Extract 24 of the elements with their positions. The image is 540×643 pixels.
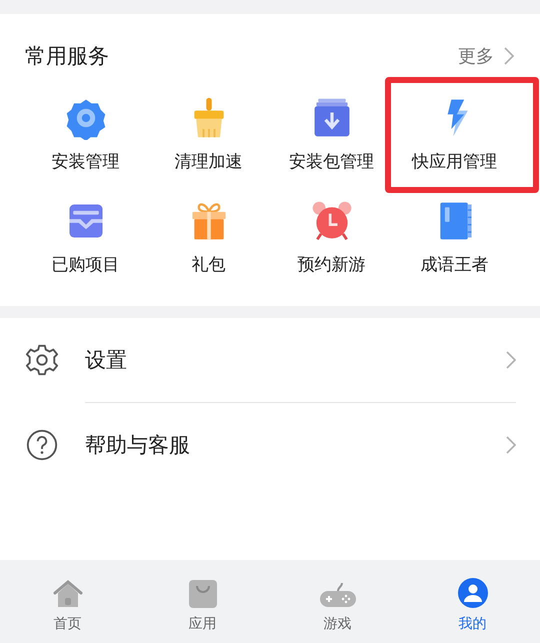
- help-icon: [25, 428, 59, 462]
- section-title: 常用服务: [25, 43, 109, 70]
- menu-item[interactable]: 帮助与客服: [85, 402, 516, 487]
- chevron-right-icon: [506, 351, 516, 369]
- tab[interactable]: 首页: [0, 560, 135, 643]
- service-item[interactable]: 预约新游: [298, 187, 366, 284]
- tab[interactable]: 游戏: [270, 560, 405, 643]
- service-item[interactable]: 快应用管理: [412, 84, 497, 181]
- shopping-bag-icon: [188, 579, 218, 609]
- service-item[interactable]: 安装管理: [52, 84, 120, 181]
- service-item[interactable]: 礼包: [186, 187, 230, 284]
- home-icon: [52, 579, 84, 609]
- service-item[interactable]: 已购项目: [52, 187, 120, 284]
- tab[interactable]: 应用: [135, 560, 270, 643]
- chevron-right-icon: [506, 436, 516, 454]
- chevron-right-icon: [504, 47, 514, 65]
- more-link[interactable]: 更多: [458, 44, 514, 68]
- service-item[interactable]: 安装包管理: [289, 84, 374, 181]
- menu-item[interactable]: 设置: [25, 318, 516, 402]
- profile-icon: [456, 577, 488, 609]
- service-item[interactable]: 成语王者: [420, 187, 488, 284]
- settings-icon: [25, 343, 59, 377]
- tab[interactable]: 我的: [405, 560, 540, 643]
- service-item[interactable]: 清理加速: [174, 84, 242, 181]
